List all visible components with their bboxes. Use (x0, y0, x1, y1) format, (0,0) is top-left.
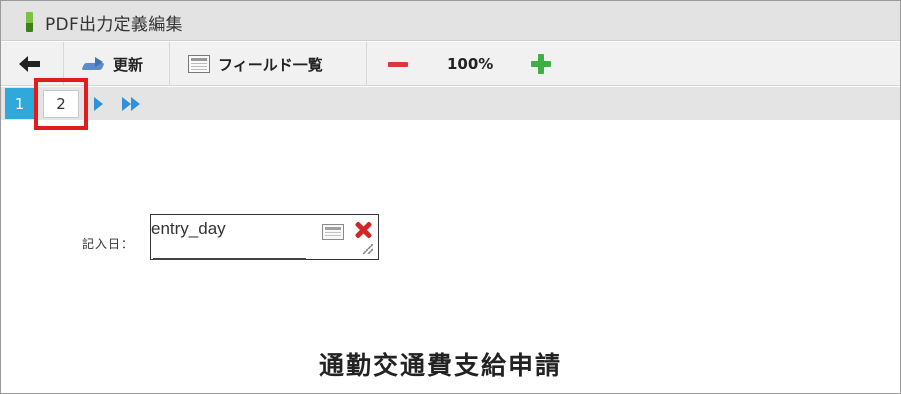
entry-date-field[interactable]: entry_day (150, 214, 379, 260)
page-tab-1[interactable]: 1 (5, 88, 34, 119)
app-icon (26, 12, 33, 32)
field-delete-icon[interactable] (354, 220, 372, 240)
window-title: PDF出力定義編集 (45, 15, 183, 35)
field-underline (153, 258, 306, 260)
plus-icon (531, 54, 551, 74)
resize-handle-icon[interactable] (363, 244, 373, 254)
minus-icon (388, 61, 408, 67)
refresh-label: 更新 (113, 55, 144, 74)
document-title: 通勤交通費支給申請 (319, 351, 563, 380)
back-arrow-icon (19, 56, 40, 72)
toolbar-divider (169, 42, 170, 86)
field-name: entry_day (151, 219, 226, 238)
field-list-icon (188, 55, 210, 73)
zoom-out-button[interactable] (388, 42, 408, 86)
field-list-label: フィールド一覧 (218, 55, 323, 74)
toolbar-divider (366, 42, 367, 86)
entry-date-label: 記入日： (82, 237, 135, 251)
page-highlight-box (34, 78, 88, 130)
refresh-icon (81, 56, 107, 72)
zoom-level: 100% (447, 55, 494, 73)
last-page-icon[interactable] (122, 97, 142, 111)
field-edit-icon[interactable] (322, 224, 344, 240)
title-bar: PDF出力定義編集 (1, 1, 900, 41)
refresh-button[interactable]: 更新 (81, 42, 143, 86)
zoom-in-button[interactable] (531, 42, 551, 86)
toolbar: 更新 フィールド一覧 100% (1, 42, 900, 86)
next-page-icon[interactable] (94, 97, 103, 111)
page-navigation: 1 2 (1, 78, 900, 130)
field-list-button[interactable]: フィールド一覧 (188, 42, 323, 86)
